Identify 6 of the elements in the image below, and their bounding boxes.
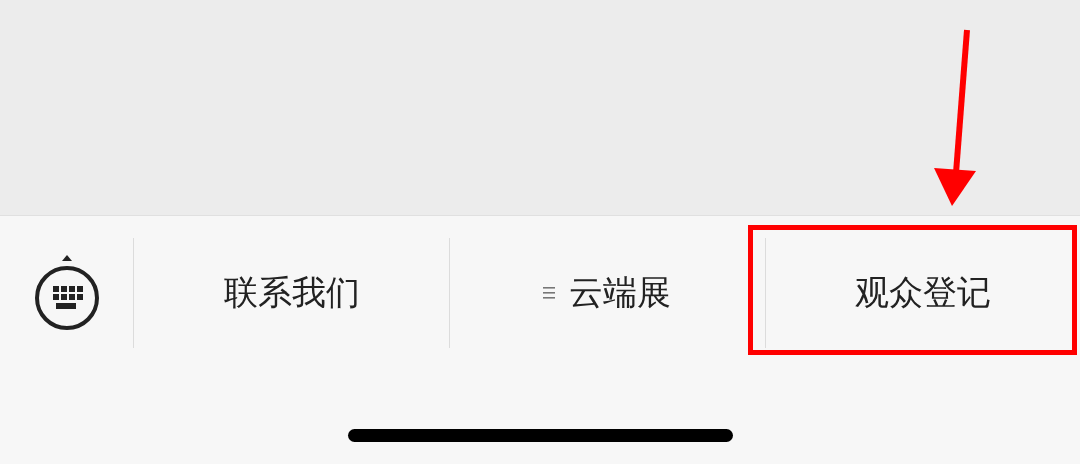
keyboard-button[interactable] — [32, 253, 101, 333]
keyboard-icon — [32, 253, 101, 333]
menu-item[interactable]: 联系我们 — [134, 238, 450, 348]
menu-icon — [543, 286, 556, 300]
menu-item[interactable]: 观众登记 — [764, 238, 1080, 348]
menu-item[interactable]: 云端展 — [449, 238, 765, 348]
